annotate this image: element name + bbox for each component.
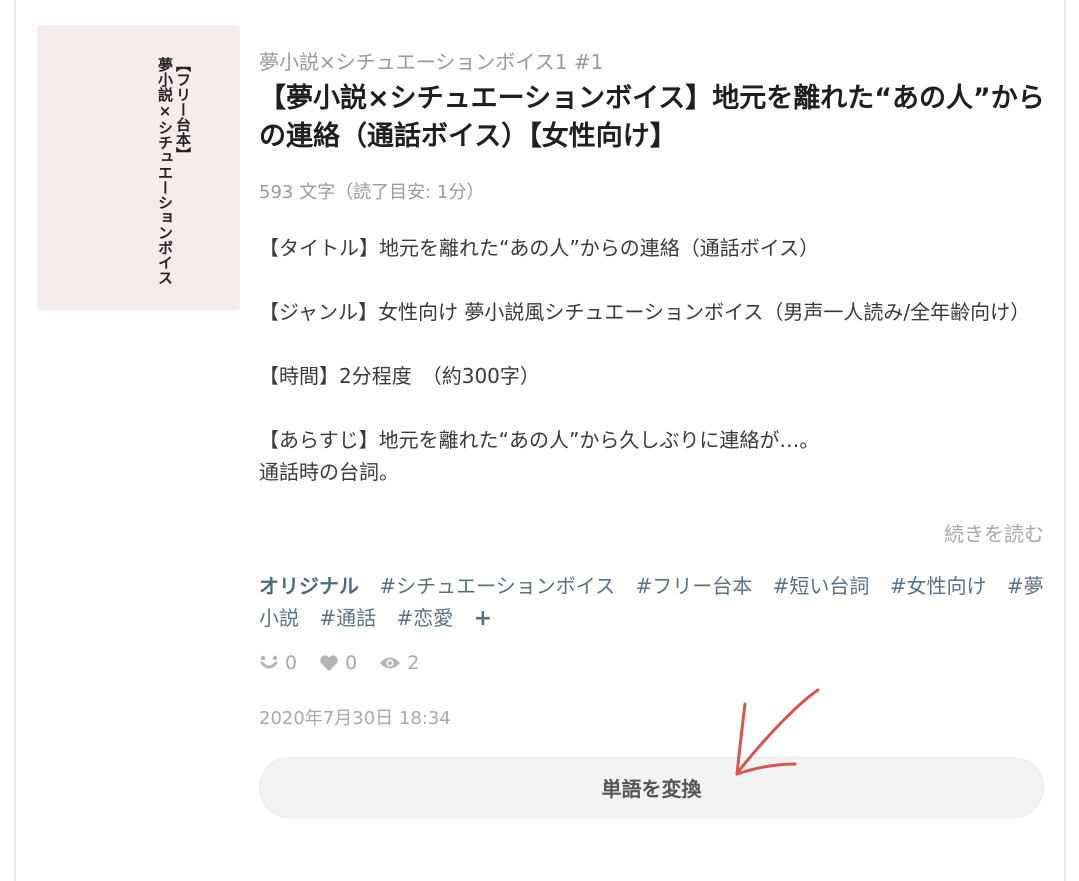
work-thumbnail[interactable]: 【フリー台本】 夢小説×シチュエーションボイス [37,25,240,310]
tag-list: オリジナル #シチュエーションボイス #フリー台本 #短い台詞 #女性向け #夢… [259,570,1049,635]
work-stats: 0 0 2 [259,652,441,674]
tag-item[interactable]: #女性向け [890,574,987,598]
tag-item[interactable]: #シチュエーションボイス [379,574,615,598]
eye-icon [380,657,401,669]
more-tags-button[interactable]: + [474,606,492,631]
view-count: 2 [407,652,420,674]
read-more-link[interactable]: 続きを読む [931,518,1044,547]
page: 【フリー台本】 夢小説×シチュエーションボイス 夢小説×シチュエーションボイス1… [0,0,1079,881]
work-title[interactable]: 【夢小説×シチュエーションボイス】地元を離れた“あの人”からの連絡（通話ボイス）… [259,80,1045,156]
tag-item[interactable]: #通話 [319,606,376,630]
description-synopsis-line: 【あらすじ】地元を離れた“あの人”から久しぶりに連絡が…。 [259,428,820,452]
thumbnail-text-line1: 【フリー台本】 [174,57,192,162]
tag-original[interactable]: オリジナル [259,574,359,598]
description-synopsis-line2: 通話時の台詞。 [259,460,399,484]
reaction-stat: 0 [259,652,297,674]
description-time-line: 【時間】2分程度 （約300字） [259,364,540,388]
character-count: 593 文字（読了目安: 1分） [259,182,485,203]
tag-item[interactable]: #恋愛 [396,606,453,630]
heart-icon [320,655,338,671]
tag-item[interactable]: #短い台詞 [773,574,870,598]
description-title-line: 【タイトル】地元を離れた“あの人”からの連絡（通話ボイス） [259,236,820,260]
annotation-arrow-icon [735,688,820,776]
series-link[interactable]: 夢小説×シチュエーションボイス1 #1 [259,46,603,75]
right-divider [1064,0,1066,881]
like-count: 0 [345,652,358,674]
like-stat: 0 [319,652,357,674]
left-divider [14,0,16,881]
convert-words-button[interactable]: 単語を変換 [259,757,1044,818]
thumbnail-text-line2: 夢小説×シチュエーションボイス [156,57,174,285]
published-date: 2020年7月30日 18:34 [259,708,451,729]
tag-item[interactable]: #フリー台本 [635,574,752,598]
description-genre-line: 【ジャンル】女性向け 夢小説風シチュエーションボイス（男声一人読み/全年齢向け） [259,300,1031,324]
work-description: 【タイトル】地元を離れた“あの人”からの連絡（通話ボイス） 【ジャンル】女性向け… [259,232,1049,488]
reaction-icon [260,655,278,669]
reaction-count: 0 [285,652,298,674]
view-stat: 2 [379,652,419,674]
